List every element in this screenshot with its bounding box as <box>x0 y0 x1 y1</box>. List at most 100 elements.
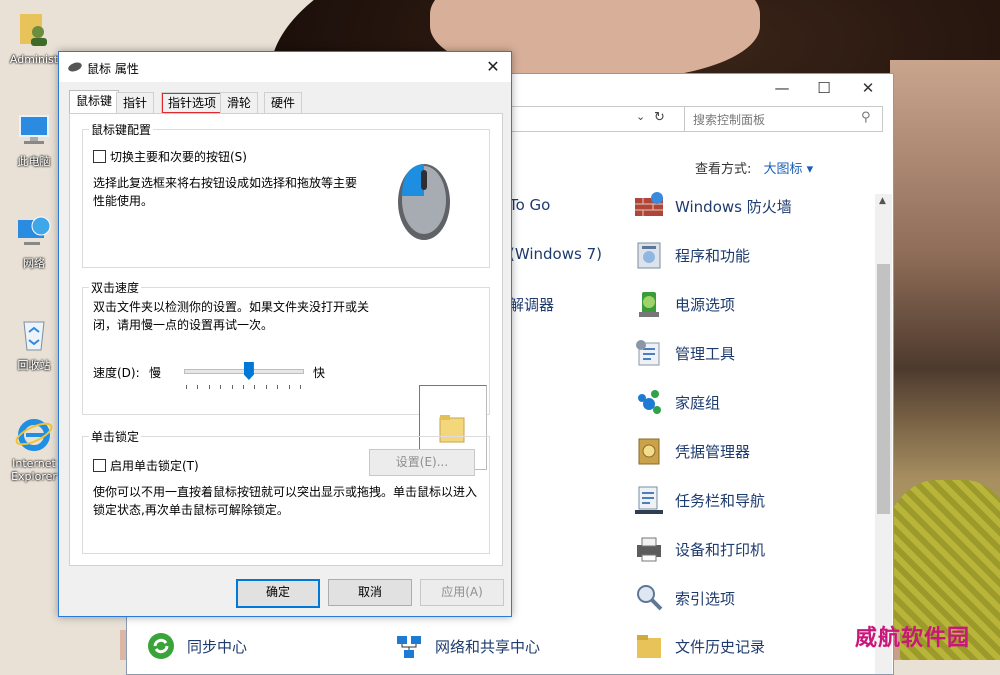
desktop-icon-label: 此电脑 <box>17 155 51 168</box>
scroll-up-icon[interactable]: ▲ <box>879 196 886 206</box>
slider-tick <box>254 385 256 389</box>
cp-item-label: 管理工具 <box>675 344 736 363</box>
cp-item-label: 电源选项 <box>675 295 736 314</box>
desktop-icon-this-pc[interactable]: 此电脑 <box>4 110 64 169</box>
cp-item-homegroup[interactable]: 家庭组 <box>633 386 720 418</box>
button-config-group: 鼠标键配置 切换主要和次要的按钮(S) 选择此复选框来将右按钮设成如选择和拖放等… <box>82 121 490 268</box>
speed-label: 速度(D): <box>93 366 140 380</box>
file-history-icon <box>637 635 661 658</box>
chevron-down-icon[interactable]: ⌄ <box>636 110 645 123</box>
cp-item-devices-printers[interactable]: 设备和打印机 <box>633 533 765 565</box>
checkbox-box[interactable] <box>93 459 106 472</box>
apply-button[interactable]: 应用(A) <box>420 579 504 606</box>
network-globe-icon <box>14 212 54 252</box>
dialog-title: 鼠标 属性 <box>87 62 139 76</box>
desktop-icon-label: Internet Explorer <box>11 457 57 483</box>
tab-panel-buttons: 鼠标键配置 切换主要和次要的按钮(S) 选择此复选框来将右按钮设成如选择和拖放等… <box>69 113 503 566</box>
checkbox-box[interactable] <box>93 150 106 163</box>
cp-item-label: 任务栏和导航 <box>675 491 766 510</box>
slider-tick <box>277 385 279 389</box>
cp-item-partial-3[interactable]: 解调器 <box>509 294 554 315</box>
cp-item-credential-manager[interactable]: 凭据管理器 <box>633 435 750 467</box>
checkbox-label: 启用单击锁定(T) <box>110 459 199 473</box>
cp-item-partial-2[interactable]: (Windows 7) <box>509 245 602 263</box>
close-button[interactable]: ✕ <box>853 78 883 98</box>
ok-button[interactable]: 确定 <box>236 579 320 608</box>
internet-explorer-icon <box>14 414 54 454</box>
tab-pointers[interactable]: 指针 <box>116 92 155 114</box>
click-lock-checkbox[interactable]: 启用单击锁定(T) <box>93 457 199 474</box>
cp-item-power-options[interactable]: 电源选项 <box>633 288 735 320</box>
taskbar-icon <box>635 486 663 514</box>
desktop-icon-label: 回收站 <box>17 359 51 372</box>
cp-item-label: 网络和共享中心 <box>435 637 541 656</box>
cp-item-sync-center[interactable]: 同步中心 <box>145 630 247 662</box>
slider-tick <box>288 385 290 389</box>
minimize-button[interactable]: — <box>767 78 797 98</box>
click-lock-settings-button[interactable]: 设置(E)... <box>369 449 475 476</box>
homegroup-icon <box>638 390 661 414</box>
group-legend: 单击锁定 <box>89 428 142 445</box>
user-folder-icon <box>14 10 54 50</box>
desktop-icon-recycle-bin[interactable]: 回收站 <box>4 314 64 373</box>
desktop-icon-label: Administ <box>9 53 59 66</box>
mouse-illustration-icon <box>398 164 450 240</box>
desktop-icon-internet-explorer[interactable]: Internet Explorer <box>4 414 64 483</box>
search-placeholder: 搜索控制面板 <box>693 113 766 127</box>
cp-item-label: 同步中心 <box>187 637 248 656</box>
desktop-icon-administrator[interactable]: Administ <box>4 10 64 66</box>
desktop-icon-label: 网络 <box>23 257 45 270</box>
cp-item-label: 凭据管理器 <box>675 442 751 461</box>
slider-tick <box>231 385 233 389</box>
switch-buttons-checkbox[interactable]: 切换主要和次要的按钮(S) <box>93 148 247 165</box>
cp-item-programs-features[interactable]: 程序和功能 <box>633 239 750 271</box>
cp-item-label: 程序和功能 <box>675 246 751 265</box>
double-click-description: 双击文件夹以检测你的设置。如果文件夹没打开或关闭，请用慢一点的设置再试一次。 <box>93 300 370 332</box>
tab-wheel[interactable]: 滑轮 <box>220 92 259 114</box>
cp-item-indexing-options[interactable]: 索引选项 <box>633 582 735 614</box>
power-icon <box>639 292 659 317</box>
slider-tick <box>186 385 187 389</box>
tab-buttons[interactable]: 鼠标键 <box>69 90 120 114</box>
view-by: 查看方式: 大图标 ▾ <box>695 158 813 177</box>
network-sharing-icon <box>397 636 421 658</box>
mouse-properties-dialog: 鼠标 属性 ✕ 鼠标键 指针 指针选项 滑轮 硬件 鼠标键配置 切换主要和次要的… <box>58 51 512 617</box>
slider-tick <box>300 385 301 389</box>
search-control-panel-input[interactable]: 搜索控制面板 ⚲ <box>684 106 883 132</box>
cp-item-admin-tools[interactable]: 管理工具 <box>633 337 735 369</box>
cp-item-label: 设备和打印机 <box>675 540 766 559</box>
recycle-bin-icon <box>14 314 54 354</box>
view-by-label: 查看方式: <box>695 162 752 177</box>
cp-item-windows-firewall[interactable]: Windows 防火墙 <box>633 190 792 222</box>
slider-tick <box>243 385 244 389</box>
slider-tick <box>197 385 199 389</box>
group-legend: 双击速度 <box>89 279 142 296</box>
credential-icon <box>638 438 660 465</box>
click-lock-group: 单击锁定 启用单击锁定(T) 设置(E)... 使你可以不用一直按着鼠标按钮就可… <box>82 428 490 554</box>
fast-label: 快 <box>313 366 326 380</box>
button-config-description: 选择此复选框来将右按钮设成如选择和拖放等主要性能使用。 <box>93 176 358 208</box>
programs-icon <box>637 242 661 269</box>
cp-item-file-history[interactable]: 文件历史记录 <box>633 630 765 662</box>
dialog-close-button[interactable]: ✕ <box>483 57 503 77</box>
slider-tick <box>220 385 222 389</box>
slider-tick <box>265 385 267 389</box>
printer-icon <box>637 537 661 562</box>
cp-item-partial-1[interactable]: To Go <box>509 196 550 214</box>
search-icon[interactable]: ⚲ <box>861 110 871 125</box>
cancel-button[interactable]: 取消 <box>328 579 412 606</box>
checkbox-label: 切换主要和次要的按钮(S) <box>110 150 247 164</box>
dialog-titlebar: 鼠标 属性 ✕ <box>59 52 511 82</box>
group-legend: 鼠标键配置 <box>89 121 154 138</box>
tab-pointer-options[interactable]: 指针选项 <box>161 92 224 114</box>
cp-item-network-sharing[interactable]: 网络和共享中心 <box>393 630 540 662</box>
view-by-dropdown[interactable]: 大图标 ▾ <box>764 162 814 177</box>
scrollbar-thumb[interactable] <box>877 264 890 514</box>
maximize-button[interactable]: ☐ <box>809 78 839 98</box>
indexing-icon <box>637 585 663 611</box>
refresh-icon[interactable]: ↻ <box>654 110 665 125</box>
cp-item-taskbar-navigation[interactable]: 任务栏和导航 <box>633 484 765 516</box>
cp-item-label: 索引选项 <box>675 589 736 608</box>
desktop-icon-network[interactable]: 网络 <box>4 212 64 271</box>
tab-hardware[interactable]: 硬件 <box>264 92 303 114</box>
